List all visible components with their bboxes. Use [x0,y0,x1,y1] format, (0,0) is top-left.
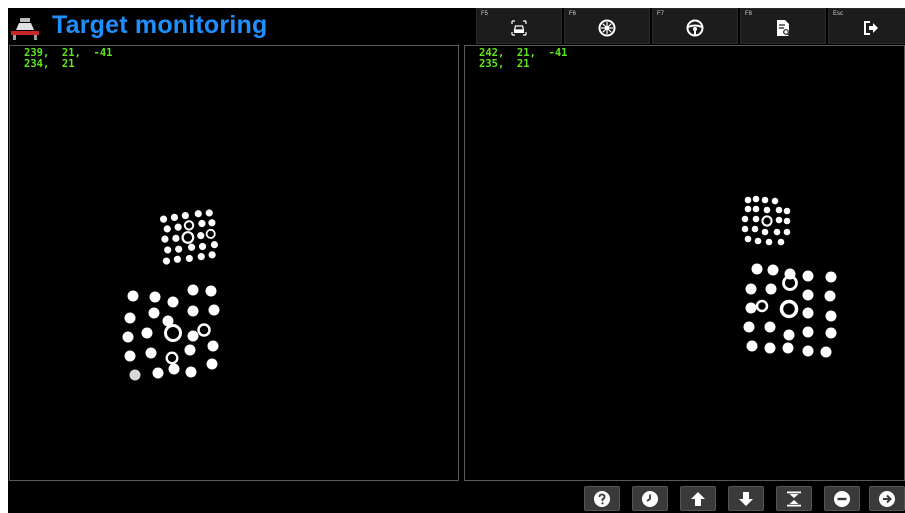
fit-vertical-icon [787,491,801,506]
right-camera-view: 242, 21, -41 235, 21 [464,45,905,481]
next-icon [879,490,895,507]
f6-wheel-button[interactable]: F6 [564,8,650,44]
left-large-target [122,284,220,381]
arrow-up-icon [691,491,705,506]
f6-key-label: F6 [569,11,577,17]
report-icon [777,19,791,36]
f7-steering-button[interactable]: F7 [652,8,738,44]
help-icon [594,490,610,507]
steering-wheel-icon [686,19,704,37]
fit-vertical-button[interactable] [776,486,812,511]
esc-exit-button[interactable]: Esc [828,8,905,44]
function-key-bar: F5 F6 F7 F8 Esc [476,8,905,44]
vehicle-scan-icon [511,20,527,36]
clock-icon [642,490,658,507]
help-button[interactable] [584,486,620,511]
left-target-image [122,209,220,381]
left-camera-view: 239, 21, -41 234, 21 [9,45,459,481]
car-lift-logo-icon [11,18,39,40]
bottom-toolbar [8,483,905,513]
arrow-down-icon [739,491,753,506]
f5-key-label: F5 [481,11,489,17]
f8-key-label: F8 [745,11,753,17]
header-bar: Target monitoring F5 F6 F7 F8 Esc [8,8,905,46]
page-title: Target monitoring [52,11,268,39]
clock-button[interactable] [632,486,668,511]
zoom-out-icon [834,490,850,507]
move-down-button[interactable] [728,486,764,511]
f8-report-button[interactable]: F8 [740,8,826,44]
left-small-target [159,209,219,265]
esc-key-label: Esc [833,11,844,17]
wheel-icon [598,19,616,37]
f7-key-label: F7 [657,11,665,17]
right-small-target [741,195,791,246]
right-target-image [741,195,837,358]
move-up-button[interactable] [680,486,716,511]
zoom-out-button[interactable] [824,486,860,511]
next-button[interactable] [869,486,905,511]
right-large-target [743,263,837,358]
f5-vehicle-scan-button[interactable]: F5 [476,8,562,44]
app-window: Target monitoring F5 F6 F7 F8 Esc 239, 2… [8,8,905,513]
exit-icon [864,20,878,35]
